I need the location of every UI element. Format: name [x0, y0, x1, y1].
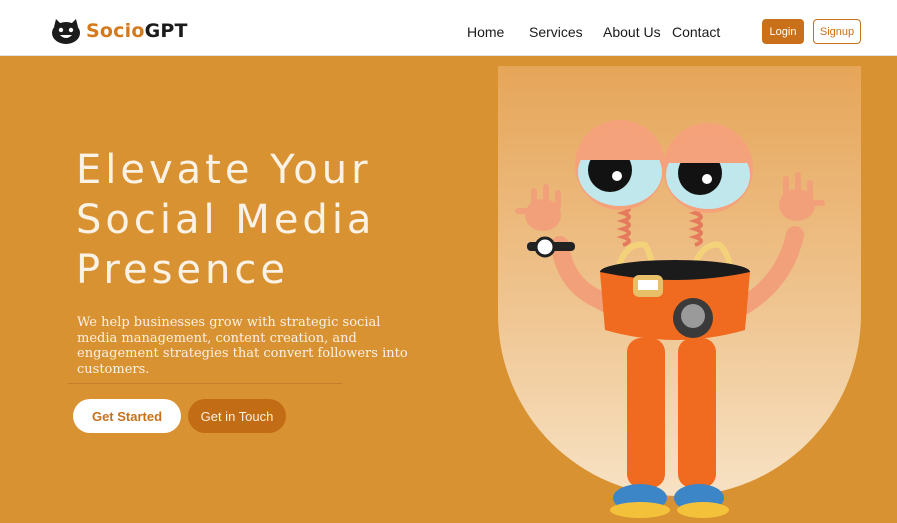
- nav-home[interactable]: Home: [467, 24, 504, 40]
- brand-logo[interactable]: SocioGPT: [50, 17, 188, 45]
- brand-name-part1: Socio: [86, 20, 145, 42]
- get-in-touch-button[interactable]: Get in Touch: [188, 399, 286, 433]
- hero-divider: [68, 383, 342, 384]
- nav-services[interactable]: Services: [529, 24, 583, 40]
- hero-headline-line: Social Media: [76, 197, 376, 243]
- smiling-face-logo-icon: [52, 19, 80, 44]
- hero-headline: Elevate Your Social Media Presence: [76, 145, 496, 295]
- hero-headline-line: Elevate Your: [76, 147, 372, 193]
- hero-subtext: We help businesses grow with strategic s…: [77, 315, 408, 377]
- site-header: SocioGPT Home Services About Us Contact …: [0, 0, 897, 56]
- login-button[interactable]: Login: [762, 19, 804, 44]
- hero-headline-line: Presence: [76, 247, 289, 293]
- nav-contact[interactable]: Contact: [672, 24, 720, 40]
- brand-name-part2: GPT: [144, 20, 188, 42]
- nav-about-us[interactable]: About Us: [603, 24, 661, 40]
- signup-button[interactable]: Signup: [813, 19, 861, 44]
- get-started-button[interactable]: Get Started: [73, 399, 181, 433]
- brand-name: SocioGPT: [86, 20, 188, 42]
- mascot-illustration: [515, 120, 825, 518]
